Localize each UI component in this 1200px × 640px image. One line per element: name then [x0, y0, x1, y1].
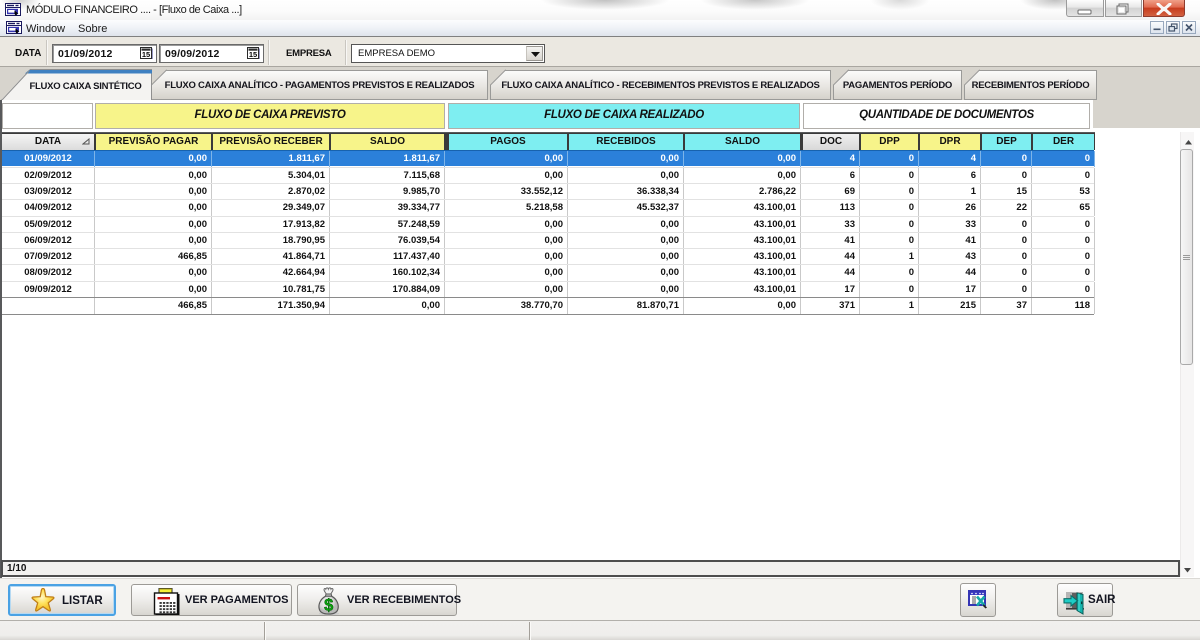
svg-text:$: $ — [324, 597, 333, 615]
svg-text:15: 15 — [249, 50, 257, 59]
svg-text:15: 15 — [142, 50, 150, 59]
